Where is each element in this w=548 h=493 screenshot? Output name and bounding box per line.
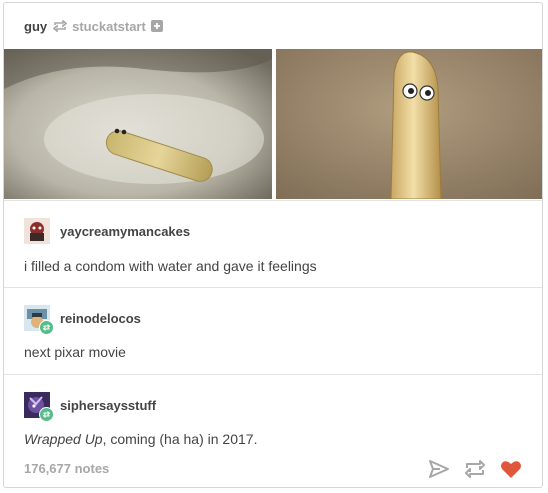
avatar[interactable] <box>24 305 54 335</box>
post-actions <box>428 459 522 479</box>
note-username[interactable]: reinodelocos <box>60 311 141 326</box>
post-header: guy stuckatstart <box>4 3 542 49</box>
source-link[interactable]: stuckatstart <box>72 19 146 34</box>
photo-condom-in-sink[interactable] <box>4 49 272 199</box>
avatar[interactable] <box>24 392 54 422</box>
author-link[interactable]: guy <box>24 19 47 34</box>
paper-plane-icon[interactable] <box>428 459 450 479</box>
reblog-badge-icon <box>39 407 54 422</box>
note-username[interactable]: siphersaysstuff <box>60 398 156 413</box>
post-card: guy stuckatstart yaycreamymancakes i fil… <box>3 2 543 488</box>
note-byline: yaycreamymancakes <box>24 218 190 244</box>
reblog-badge-icon <box>39 320 54 335</box>
reblog-note: reinodelocos next pixar movie <box>4 287 542 374</box>
note-text: next pixar movie <box>24 344 126 360</box>
reblog-note: yaycreamymancakes i filled a condom with… <box>4 200 542 287</box>
reblog-icon[interactable] <box>464 459 486 479</box>
notes-count[interactable]: 176,677 notes <box>24 461 109 476</box>
note-byline: reinodelocos <box>24 305 141 335</box>
photo-condom-closeup[interactable] <box>276 49 542 199</box>
post-footer: 176,677 notes <box>4 453 542 487</box>
avatar[interactable] <box>24 218 50 244</box>
reblog-icon <box>53 20 68 32</box>
note-username[interactable]: yaycreamymancakes <box>60 224 190 239</box>
note-text: i filled a condom with water and gave it… <box>24 258 317 274</box>
reblog-note: siphersaysstuff Wrapped Up, coming (ha h… <box>4 374 542 453</box>
note-text: Wrapped Up, coming (ha ha) in 2017. <box>24 431 257 447</box>
plus-square-icon[interactable] <box>150 20 163 32</box>
note-text-rest: , coming (ha ha) in 2017. <box>102 431 258 447</box>
movie-title: Wrapped Up <box>24 431 103 447</box>
photo-set <box>4 49 542 199</box>
heart-icon[interactable] <box>500 459 522 479</box>
note-byline: siphersaysstuff <box>24 392 156 422</box>
